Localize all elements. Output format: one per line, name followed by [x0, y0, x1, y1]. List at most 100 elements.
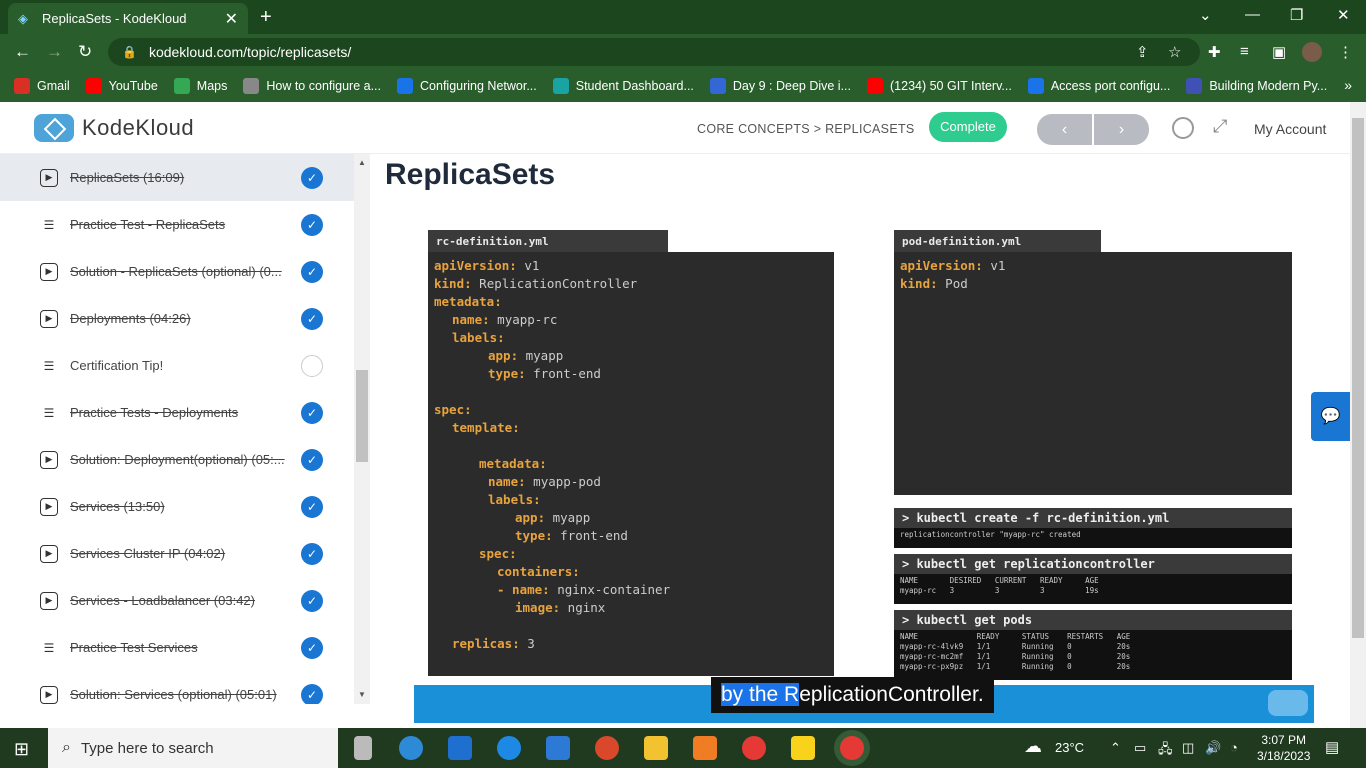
bookmark-item[interactable]: Building Modern Py... — [1186, 78, 1327, 94]
sidebar-scroll-thumb[interactable] — [356, 370, 368, 462]
forward-icon[interactable]: → — [46, 42, 63, 62]
previous-lesson-button[interactable]: ‹ — [1037, 114, 1092, 145]
scroll-down-icon[interactable]: ▼ — [358, 690, 366, 699]
restore-icon[interactable]: ❐ — [1290, 6, 1303, 24]
completed-check-icon[interactable]: ✓ — [301, 166, 323, 189]
menu-kebab-icon[interactable]: ⋮ — [1338, 43, 1353, 61]
completed-check-icon[interactable]: ✓ — [301, 542, 323, 565]
profile-avatar[interactable] — [1302, 42, 1322, 62]
next-lesson-button[interactable]: › — [1094, 114, 1149, 145]
completed-check-icon[interactable]: ✓ — [301, 307, 323, 330]
completed-check-icon[interactable]: ✓ — [301, 589, 323, 612]
extensions-icon[interactable]: ✚ — [1208, 43, 1221, 61]
snail-app-icon[interactable] — [595, 736, 619, 760]
system-clock[interactable]: 3:07 PM 3/18/2023 — [1257, 732, 1310, 764]
back-icon[interactable]: ← — [14, 42, 31, 62]
sidebar-lesson-item[interactable]: ☰ Practice Tests - Deployments ✓ — [0, 389, 354, 436]
bookmark-item[interactable]: Maps — [173, 78, 227, 94]
bookmark-item[interactable]: Gmail — [14, 78, 70, 94]
skype-icon[interactable] — [497, 736, 521, 760]
bookmark-star-icon[interactable]: ☆ — [1168, 43, 1181, 61]
windows-taskbar: ⊞ ⌕ Type here to search ☁ 23°C ⌃ ▭ 🖧 ◫ 🔊… — [0, 728, 1366, 768]
sidebar-lesson-item[interactable]: ▶ Services - Loadbalancer (03:42) ✓ — [0, 577, 354, 624]
device-icon[interactable]: ◫ — [1182, 740, 1194, 756]
bookmark-item[interactable]: How to configure a... — [243, 78, 381, 94]
sticky-notes-icon[interactable] — [791, 736, 815, 760]
show-hidden-icons-icon[interactable]: ⌃ — [1110, 740, 1121, 756]
reload-icon[interactable]: ↻ — [78, 42, 92, 62]
sidebar-lesson-item[interactable]: ▶ Solution - ReplicaSets (optional) (0...… — [0, 248, 354, 295]
side-panel-icon[interactable]: ▣ — [1272, 43, 1286, 61]
mail-icon[interactable] — [546, 736, 570, 760]
sidebar-lesson-item[interactable]: ☰ Practice Test Services ✓ — [0, 624, 354, 671]
caption-text: eplicationController. — [799, 683, 984, 706]
minimize-icon[interactable]: — — [1245, 6, 1260, 23]
yaml-value: front-end — [525, 366, 601, 381]
tab-search-icon[interactable]: ⌄ — [1199, 6, 1212, 24]
reading-list-icon[interactable]: ≡ — [1240, 43, 1249, 60]
share-icon[interactable]: ⇪ — [1136, 43, 1149, 61]
bookmark-item[interactable]: Access port configu... — [1027, 78, 1170, 94]
completed-check-icon[interactable]: ✓ — [301, 636, 323, 659]
weather-temp[interactable]: 23°C — [1055, 740, 1084, 755]
completed-check-icon[interactable]: ✓ — [301, 448, 323, 471]
sidebar-lesson-item[interactable]: ▶ Services Cluster IP (04:02) ✓ — [0, 530, 354, 577]
sidebar-lesson-item[interactable]: ▶ Solution: Services (optional) (05:01) ✓ — [0, 671, 354, 704]
network-icon[interactable]: 🖧 — [1158, 740, 1173, 762]
battery-icon[interactable]: ▭ — [1134, 740, 1146, 756]
bookmark-item[interactable]: Day 9 : Deep Dive i... — [709, 78, 851, 94]
wifi-icon[interactable]: ◔ — [1230, 740, 1238, 755]
store-icon[interactable] — [448, 736, 472, 760]
bookmark-item[interactable]: Configuring Networ... — [397, 78, 537, 94]
lab-icon: ☰ — [43, 405, 55, 420]
complete-button[interactable]: Complete — [929, 112, 1007, 142]
chat-support-button[interactable]: 💬 — [1311, 392, 1350, 441]
completed-check-icon[interactable]: ✓ — [301, 213, 323, 236]
task-view-icon[interactable] — [354, 736, 372, 760]
completed-check-icon[interactable]: ✓ — [301, 495, 323, 518]
file-explorer-icon[interactable] — [644, 736, 668, 760]
notifications-icon[interactable]: ▤ — [1325, 738, 1339, 756]
page-scroll-thumb[interactable] — [1352, 118, 1364, 638]
sidebar-lesson-item[interactable]: ☰ Certification Tip! — [0, 342, 354, 389]
sidebar-lesson-item[interactable]: ▶ ReplicaSets (16:09) ✓ — [0, 154, 354, 201]
address-bar[interactable]: 🔒 kodekloud.com/topic/replicasets/ — [108, 38, 1200, 66]
new-tab-icon[interactable]: + — [260, 6, 272, 29]
bookmark-item[interactable]: Student Dashboard... — [552, 78, 694, 94]
code-line: name: myapp-pod — [434, 474, 828, 492]
bookmarks-overflow-icon[interactable]: » — [1344, 77, 1352, 93]
terminal-output: replicationcontroller "myapp-rc" created — [900, 530, 1081, 539]
kodekloud-logo[interactable]: KodeKloud — [34, 114, 194, 142]
sidebar-lesson-item[interactable]: ☰ Practice Test - ReplicaSets ✓ — [0, 201, 354, 248]
completed-check-icon[interactable]: ✓ — [301, 401, 323, 424]
sidebar-scrollbar[interactable]: ▲ ▼ — [354, 154, 370, 704]
settings-app-icon[interactable] — [693, 736, 717, 760]
volume-icon[interactable]: 🔊 — [1205, 740, 1221, 756]
browser-tab[interactable]: ◈ ReplicaSets - KodeKloud ✕ — [8, 3, 248, 34]
terminal-command: > kubectl get pods — [894, 610, 1292, 630]
close-tab-icon[interactable]: ✕ — [225, 9, 238, 29]
edge-icon[interactable] — [399, 736, 423, 760]
scroll-up-icon[interactable]: ▲ — [358, 158, 366, 167]
bookmark-item[interactable]: YouTube — [85, 78, 158, 94]
dark-mode-toggle-icon[interactable] — [1172, 117, 1194, 139]
chrome-active-icon[interactable] — [840, 736, 864, 760]
sidebar-lesson-item[interactable]: ▶ Solution: Deployment(optional) (05:... ✓ — [0, 436, 354, 483]
chrome-icon[interactable] — [742, 736, 766, 760]
my-account-link[interactable]: My Account — [1254, 121, 1326, 137]
taskbar-search[interactable]: ⌕ Type here to search — [48, 728, 338, 768]
fullscreen-icon[interactable]: ⤢ — [1213, 116, 1227, 137]
lesson-label: Solution: Services (optional) (05:01) — [70, 687, 277, 702]
pod-file-tab: pod-definition.yml — [894, 230, 1101, 252]
incomplete-circle-icon[interactable] — [301, 354, 323, 377]
sidebar-lesson-item[interactable]: ▶ Services (13:50) ✓ — [0, 483, 354, 530]
windows-start-icon[interactable]: ⊞ — [14, 739, 29, 760]
close-window-icon[interactable]: ✕ — [1337, 6, 1350, 24]
sidebar-lesson-item[interactable]: ▶ Deployments (04:26) ✓ — [0, 295, 354, 342]
bookmark-label: Student Dashboard... — [575, 79, 694, 93]
completed-check-icon[interactable]: ✓ — [301, 260, 323, 283]
page-scrollbar[interactable] — [1350, 102, 1366, 728]
video-icon: ▶ — [40, 450, 58, 469]
bookmark-item[interactable]: (1234) 50 GIT Interv... — [867, 78, 1012, 94]
completed-check-icon[interactable]: ✓ — [301, 683, 323, 704]
